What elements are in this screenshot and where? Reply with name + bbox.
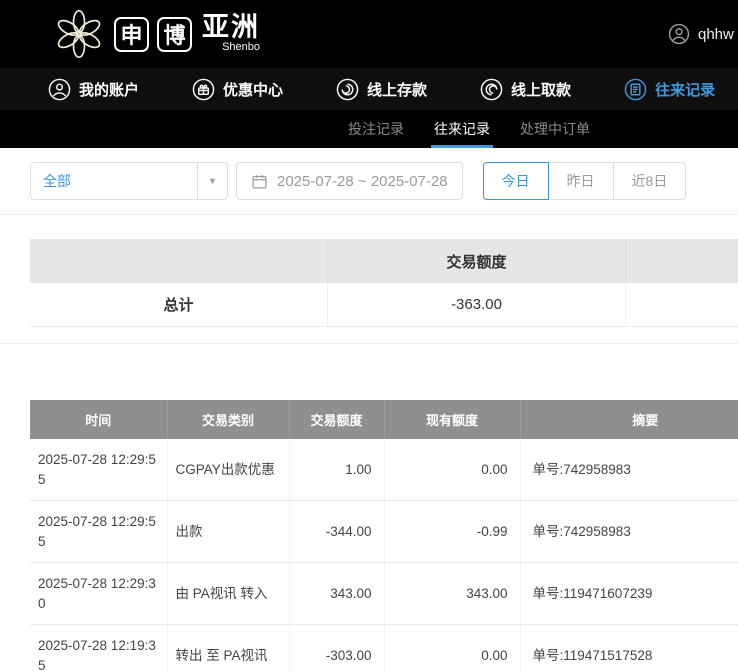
records-circle-icon <box>624 78 647 101</box>
table-header-cell: 交易额度 <box>289 400 384 439</box>
table-cell: -303.00 <box>289 625 384 671</box>
today-button[interactable]: 今日 <box>483 162 549 200</box>
nav-item-my-account[interactable]: 我的账户 <box>48 78 139 101</box>
lotus-flower-icon <box>52 7 106 61</box>
table-cell: 2025-07-28 12:29:55 <box>30 439 167 501</box>
category-select[interactable]: 全部 ▼ <box>30 162 228 200</box>
user-circle-icon <box>668 23 690 45</box>
table-cell: 2025-07-28 12:29:30 <box>30 563 167 625</box>
table-cell: -344.00 <box>289 501 384 563</box>
date-range-value: 2025-07-28 ~ 2025-07-28 <box>277 173 448 190</box>
summary-table: 交易额度 总计 -363.00 <box>30 239 738 327</box>
logo-subtitle: Shenbo <box>222 41 260 54</box>
table-cell: 2025-07-28 12:29:55 <box>30 501 167 563</box>
category-selected-value: 全部 <box>31 171 197 191</box>
yesterday-button[interactable]: 昨日 <box>549 162 614 200</box>
table-row: 2025-07-28 12:29:55CGPAY出款优惠1.000.00单号:7… <box>30 439 738 501</box>
nav-item-promotions[interactable]: 优惠中心 <box>192 78 283 101</box>
top-header-bar: 申 博 亚洲 Shenbo qhhw <box>0 0 738 68</box>
table-cell: CGPAY出款优惠 <box>167 439 289 501</box>
table-cell: 转出 至 PA视讯 <box>167 625 289 671</box>
filter-bar: 全部 ▼ 2025-07-28 ~ 2025-07-28 今日 昨日 近8日 <box>0 148 738 215</box>
summary-empty-cell <box>626 283 738 327</box>
logo-region: 亚洲 Shenbo <box>202 14 260 54</box>
tab-processing-orders[interactable]: 处理中订单 <box>520 110 590 148</box>
table-cell: 由 PA视讯 转入 <box>167 563 289 625</box>
summary-total-value: -363.00 <box>328 283 626 327</box>
chevron-down-icon: ▼ <box>197 163 227 199</box>
brand-logo[interactable]: 申 博 亚洲 Shenbo <box>52 7 260 61</box>
table-cell: 单号:119471607239 <box>520 563 738 625</box>
main-nav: 我的账户 优惠中心 线上存款 线上取款 往来记录 <box>0 68 738 110</box>
user-circle-icon <box>48 78 71 101</box>
table-cell: 出款 <box>167 501 289 563</box>
coin-deposit-icon <box>336 78 359 101</box>
last-8-days-button[interactable]: 近8日 <box>614 162 687 200</box>
summary-header-empty <box>30 239 328 283</box>
table-cell: 343.00 <box>289 563 384 625</box>
calendar-icon <box>251 173 268 190</box>
user-account-menu[interactable]: qhhw <box>668 0 734 68</box>
table-header-cell: 交易类别 <box>167 400 289 439</box>
table-cell: 1.00 <box>289 439 384 501</box>
summary-total-row: 总计 -363.00 <box>30 283 738 327</box>
quick-date-buttons: 今日 昨日 近8日 <box>483 162 687 200</box>
table-cell: 单号:119471517528 <box>520 625 738 671</box>
summary-header-empty <box>626 239 738 283</box>
username: qhhw <box>698 26 734 43</box>
table-header-row: 时间交易类别交易额度现有额度摘要 <box>30 400 738 439</box>
records-table: 时间交易类别交易额度现有额度摘要 2025-07-28 12:29:55CGPA… <box>30 400 738 671</box>
date-range-picker[interactable]: 2025-07-28 ~ 2025-07-28 <box>236 162 463 200</box>
table-header-cell: 时间 <box>30 400 167 439</box>
summary-total-label: 总计 <box>30 283 328 327</box>
logo-char-shen: 申 <box>114 17 149 52</box>
nav-item-withdraw[interactable]: 线上取款 <box>480 78 571 101</box>
table-row: 2025-07-28 12:29:55出款-344.00-0.99单号:7429… <box>30 501 738 563</box>
record-tabs: 投注记录 往来记录 处理中订单 <box>0 110 738 148</box>
table-cell: 0.00 <box>384 439 520 501</box>
table-cell: 343.00 <box>384 563 520 625</box>
table-cell: 0.00 <box>384 625 520 671</box>
summary-header-row: 交易额度 <box>30 239 738 283</box>
summary-header-amount: 交易额度 <box>328 239 626 283</box>
nav-item-deposit[interactable]: 线上存款 <box>336 78 427 101</box>
nav-item-transaction-records[interactable]: 往来记录 <box>624 78 715 101</box>
gift-circle-icon <box>192 78 215 101</box>
table-cell: 单号:742958983 <box>520 439 738 501</box>
table-header-cell: 现有额度 <box>384 400 520 439</box>
coin-withdraw-icon <box>480 78 503 101</box>
table-row: 2025-07-28 12:29:30由 PA视讯 转入343.00343.00… <box>30 563 738 625</box>
table-header-cell: 摘要 <box>520 400 738 439</box>
tab-transaction-records[interactable]: 往来记录 <box>434 110 490 148</box>
table-row: 2025-07-28 12:19:35转出 至 PA视讯-303.000.00单… <box>30 625 738 671</box>
table-cell: 2025-07-28 12:19:35 <box>30 625 167 671</box>
logo-char-bo: 博 <box>157 17 192 52</box>
section-divider <box>0 343 738 344</box>
tab-betting-records[interactable]: 投注记录 <box>348 110 404 148</box>
table-cell: -0.99 <box>384 501 520 563</box>
table-cell: 单号:742958983 <box>520 501 738 563</box>
